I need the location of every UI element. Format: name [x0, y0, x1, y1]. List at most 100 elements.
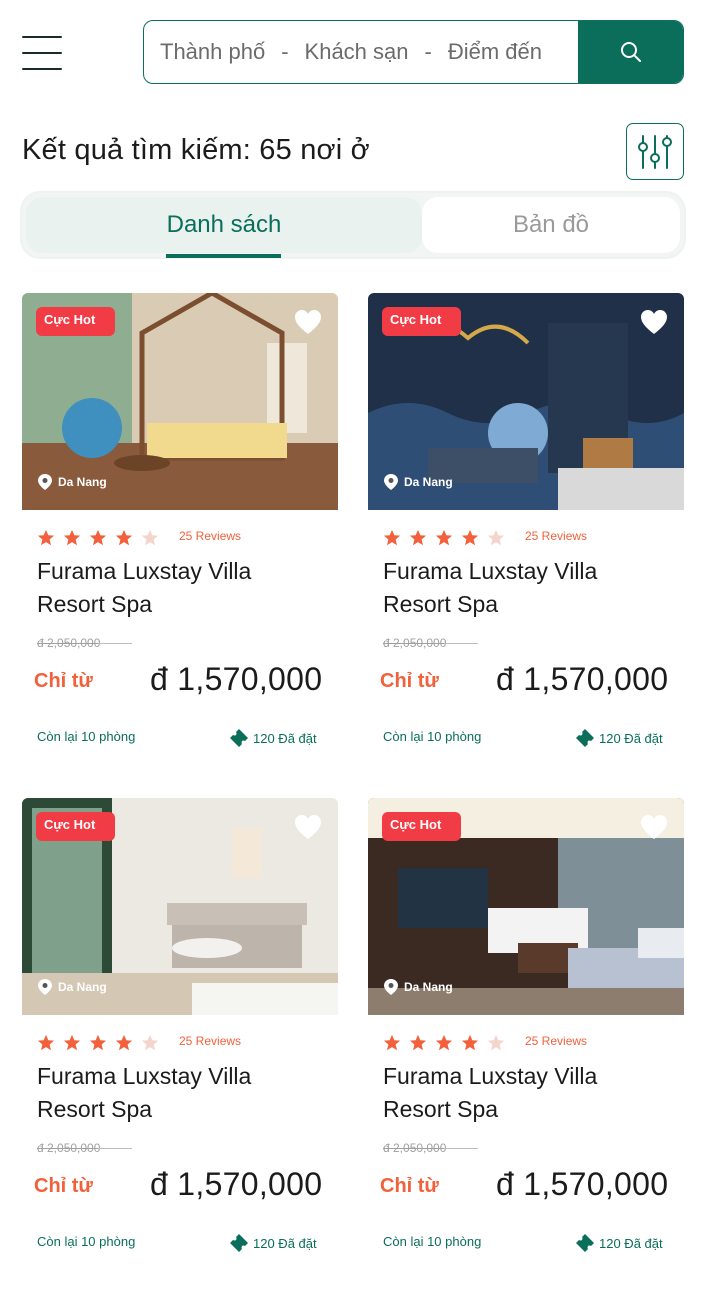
reviews-count[interactable]: 25 Reviews: [525, 1034, 587, 1048]
old-price: đ 2,050,000: [37, 636, 132, 650]
hotel-name[interactable]: Furama Luxstay Villa Resort Spa: [383, 1060, 653, 1126]
hot-badge: Cực Hot: [382, 307, 461, 336]
star-icon: [383, 1034, 401, 1051]
star-icon: [37, 1034, 55, 1051]
location-label: Da Nang: [404, 475, 453, 489]
hotel-card[interactable]: Cực Hot Da Nang 25 Reviews Furama Luxsta…: [22, 798, 338, 1268]
booked-count: 120 Đã đặt: [230, 729, 317, 747]
hotel-photo[interactable]: Cực Hot Da Nang: [368, 798, 684, 1015]
reviews-count[interactable]: 25 Reviews: [525, 529, 587, 543]
hotel-photo[interactable]: Cực Hot Da Nang: [368, 293, 684, 510]
location-pin-icon: [384, 474, 398, 490]
search-destination: Điểm đến: [447, 39, 542, 64]
reviews-count[interactable]: 25 Reviews: [179, 529, 241, 543]
hotel-name[interactable]: Furama Luxstay Villa Resort Spa: [383, 555, 653, 621]
current-price: đ 1,570,000: [150, 661, 323, 697]
search-bar: Thành phố - Khách sạn - Điểm đến: [143, 20, 684, 84]
rating-stars: [383, 1034, 513, 1052]
hotel-card[interactable]: Cực Hot Da Nang 25 Reviews Furama Luxsta…: [368, 798, 684, 1268]
star-icon: [115, 529, 133, 546]
search-input[interactable]: Thành phố - Khách sạn - Điểm đến: [144, 21, 578, 83]
tab-list-label: Danh sách: [166, 211, 282, 238]
price-from-label: Chỉ từ: [380, 1175, 439, 1197]
filter-button[interactable]: [626, 123, 684, 180]
star-icon: [383, 529, 401, 546]
star-icon: [461, 529, 479, 546]
location-label: Da Nang: [58, 980, 107, 994]
location-pin-icon: [384, 979, 398, 995]
star-icon: [89, 1034, 107, 1051]
menu-line: [22, 52, 62, 54]
star-icon: [141, 1034, 159, 1051]
reviews-count[interactable]: 25 Reviews: [179, 1034, 241, 1048]
search-separator: -: [424, 39, 432, 64]
booked-count: 120 Đã đặt: [576, 729, 663, 747]
ticket-icon: [576, 729, 594, 747]
tab-map-label: Bản đồ: [512, 211, 590, 238]
rooms-left: Còn lại 10 phòng: [37, 729, 136, 744]
star-icon: [487, 529, 505, 546]
hotel-name[interactable]: Furama Luxstay Villa Resort Spa: [37, 1060, 307, 1126]
star-icon: [409, 529, 427, 546]
results-title: Kết quả tìm kiếm: 65 nơi ở: [22, 134, 370, 166]
star-icon: [141, 529, 159, 546]
current-price: đ 1,570,000: [496, 661, 669, 697]
heart-icon[interactable]: [294, 309, 322, 335]
hotel-name[interactable]: Furama Luxstay Villa Resort Spa: [37, 555, 307, 621]
location-label: Da Nang: [404, 980, 453, 994]
star-icon: [435, 1034, 453, 1051]
hamburger-menu-icon[interactable]: [22, 36, 62, 70]
old-price: đ 2,050,000: [383, 1141, 478, 1155]
hotel-photo[interactable]: Cực Hot Da Nang: [22, 293, 338, 510]
rating-stars: [383, 529, 513, 547]
hotel-location: Da Nang: [384, 979, 453, 995]
ticket-icon: [230, 1234, 248, 1252]
hotel-photo[interactable]: Cực Hot Da Nang: [22, 798, 338, 1015]
filter-sliders-icon: [638, 134, 672, 169]
price-from-label: Chỉ từ: [380, 670, 439, 692]
rating-stars: [37, 529, 167, 547]
search-button[interactable]: [578, 21, 683, 83]
view-tabs: Danh sách Bản đồ: [22, 193, 684, 258]
hotel-location: Da Nang: [38, 474, 107, 490]
location-pin-icon: [38, 474, 52, 490]
hotel-card[interactable]: Cực Hot Da Nang 25 Reviews Furama Luxsta…: [368, 293, 684, 763]
location-label: Da Nang: [58, 475, 107, 489]
tab-map[interactable]: Bản đồ: [422, 197, 680, 253]
star-icon: [115, 1034, 133, 1051]
heart-icon[interactable]: [640, 814, 668, 840]
star-icon: [63, 529, 81, 546]
booked-label: 120 Đã đặt: [253, 730, 317, 746]
hot-badge: Cực Hot: [36, 812, 115, 841]
location-pin-icon: [38, 979, 52, 995]
booked-label: 120 Đã đặt: [599, 730, 663, 746]
tab-list[interactable]: Danh sách: [26, 197, 422, 258]
heart-icon[interactable]: [640, 309, 668, 335]
search-icon: [620, 42, 641, 62]
hotel-card[interactable]: Cực Hot Da Nang 25 Reviews Furama Luxsta…: [22, 293, 338, 763]
price-from-label: Chỉ từ: [34, 1175, 93, 1197]
hotel-location: Da Nang: [38, 979, 107, 995]
star-icon: [37, 529, 55, 546]
old-price: đ 2,050,000: [383, 636, 478, 650]
menu-line: [22, 36, 62, 38]
search-hotel: Khách sạn: [304, 39, 409, 64]
rooms-left: Còn lại 10 phòng: [383, 1234, 482, 1249]
hotel-location: Da Nang: [384, 474, 453, 490]
hot-badge: Cực Hot: [36, 307, 115, 336]
booked-count: 120 Đã đặt: [576, 1234, 663, 1252]
star-icon: [63, 1034, 81, 1051]
booked-count: 120 Đã đặt: [230, 1234, 317, 1252]
menu-line: [22, 68, 62, 70]
ticket-icon: [576, 1234, 594, 1252]
rooms-left: Còn lại 10 phòng: [37, 1234, 136, 1249]
rating-stars: [37, 1034, 167, 1052]
current-price: đ 1,570,000: [496, 1166, 669, 1202]
star-icon: [461, 1034, 479, 1051]
search-city: Thành phố: [160, 39, 266, 64]
star-icon: [435, 529, 453, 546]
booked-label: 120 Đã đặt: [599, 1235, 663, 1251]
heart-icon[interactable]: [294, 814, 322, 840]
tab-active-underline: [166, 254, 281, 258]
rooms-left: Còn lại 10 phòng: [383, 729, 482, 744]
